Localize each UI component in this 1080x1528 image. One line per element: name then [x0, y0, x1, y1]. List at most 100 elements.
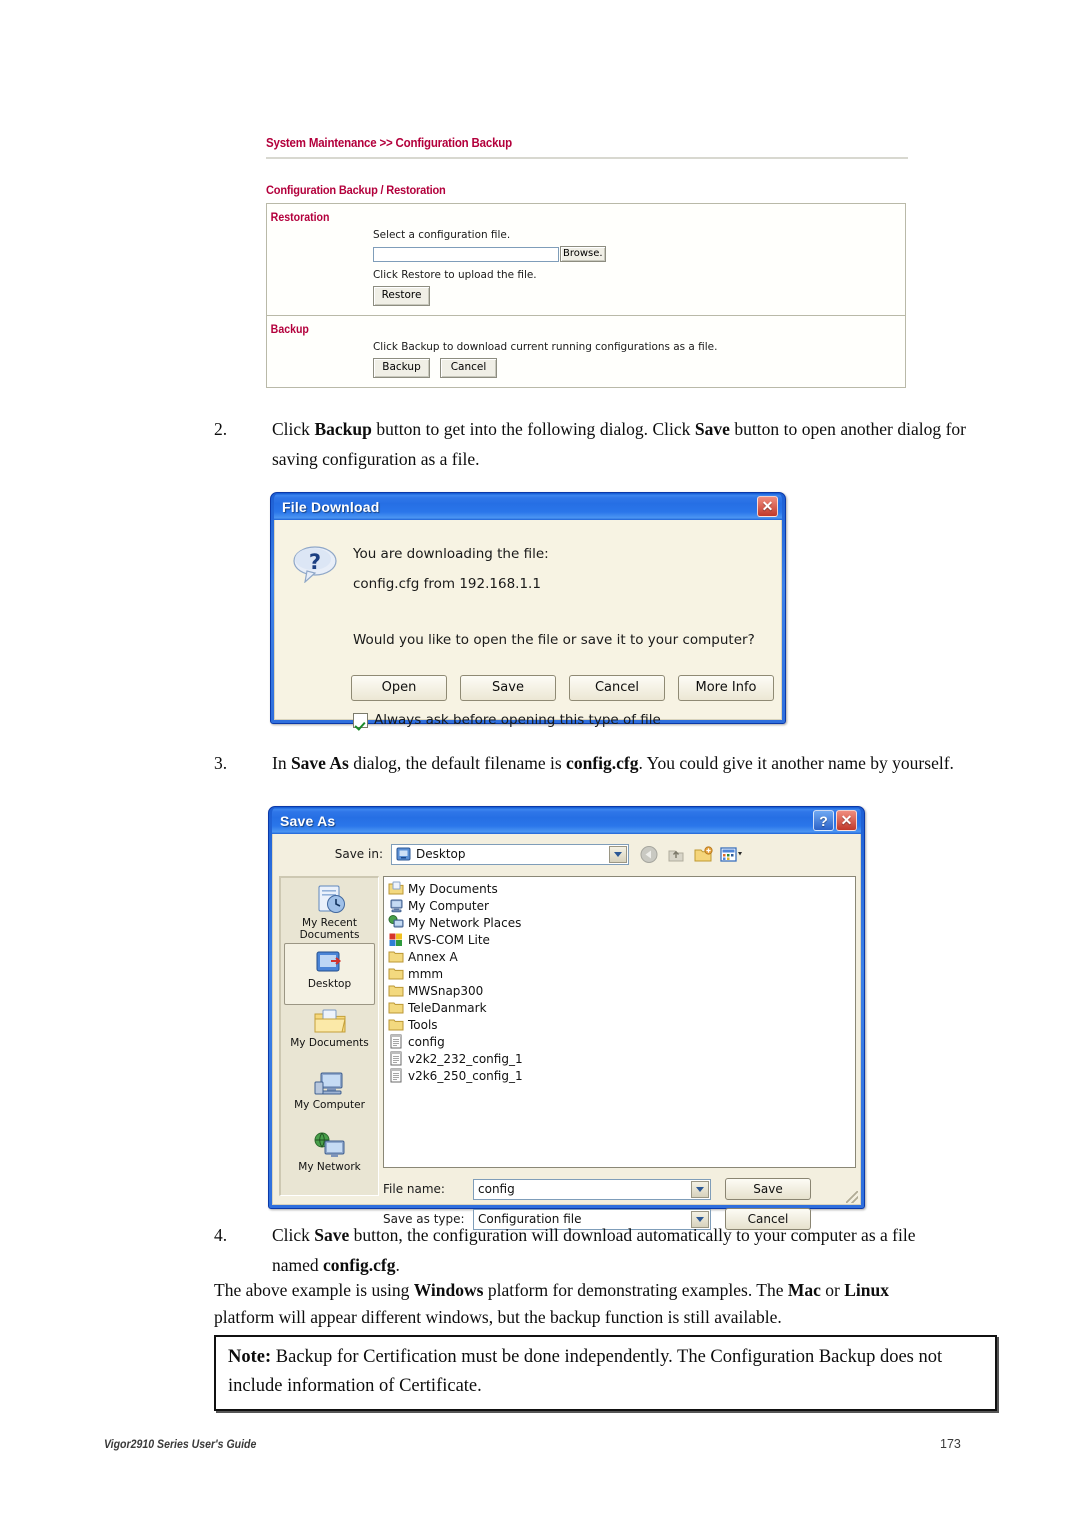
place-my-network[interactable]: My Network — [281, 1129, 378, 1191]
my-computer-icon — [314, 1072, 342, 1095]
file-name-value: config — [478, 1182, 515, 1196]
browse-button[interactable]: Browse. — [560, 246, 606, 262]
restore-hint-text: Click Restore to upload the file. — [373, 268, 537, 281]
save-in-label: Save in: — [334, 847, 383, 861]
close-icon[interactable]: ✕ — [757, 496, 778, 517]
always-ask-label: Always ask before opening this type of f… — [374, 712, 661, 728]
router-config-screenshot: System Maintenance >> Configuration Back… — [266, 136, 908, 388]
open-button[interactable]: Open — [351, 675, 447, 701]
file-icon — [388, 1051, 404, 1066]
up-one-level-icon[interactable] — [666, 845, 686, 864]
list-item[interactable]: TeleDanmark — [388, 999, 855, 1016]
resize-grip[interactable] — [846, 1191, 858, 1203]
cancel-button[interactable]: Cancel — [569, 675, 665, 701]
config-backup-panel: Restoration Select a configuration file.… — [266, 203, 906, 388]
file-name: v2k6_250_config_1 — [408, 1068, 523, 1083]
breadcrumb-divider — [266, 157, 908, 159]
restoration-block: Restoration Select a configuration file.… — [267, 204, 905, 315]
cancel-button[interactable]: Cancel — [440, 358, 497, 378]
save-in-combo[interactable]: Desktop — [391, 843, 629, 865]
help-icon[interactable]: ? — [813, 810, 834, 831]
save-as-titlebar[interactable]: Save As ? ✕ — [272, 807, 861, 834]
save-as-dialog: Save As ? ✕ Save in: Desktop My Recent D… — [268, 806, 865, 1230]
file-download-titlebar[interactable]: File Download ✕ — [274, 493, 782, 520]
app-icon — [388, 932, 404, 947]
config-file-input[interactable] — [373, 246, 559, 262]
file-download-body: ? You are downloading the file: config.c… — [274, 520, 782, 728]
save-button[interactable]: Save — [460, 675, 556, 701]
desktop-icon — [316, 951, 341, 972]
list-item[interactable]: Tools — [388, 1016, 855, 1033]
file-name: TeleDanmark — [408, 1000, 487, 1015]
file-name: MWSnap300 — [408, 983, 484, 998]
file-icon — [388, 1068, 404, 1083]
save-as-title: Save As — [280, 812, 336, 829]
folder-icon — [388, 966, 404, 981]
file-name: v2k2_232_config_1 — [408, 1051, 523, 1066]
file-name: Tools — [408, 1017, 438, 1032]
save-button[interactable]: Save — [725, 1178, 811, 1200]
save-in-value: Desktop — [416, 847, 466, 861]
views-icon[interactable] — [720, 845, 742, 864]
step-3: 3. In Save As dialog, the default filena… — [214, 748, 966, 778]
file-name-input[interactable]: config — [473, 1178, 711, 1200]
close-icon[interactable]: ✕ — [836, 810, 857, 831]
file-name: RVS-COM Lite — [408, 932, 490, 947]
checkbox-icon[interactable] — [353, 712, 368, 728]
platform-note: The above example is using Windows platf… — [214, 1280, 889, 1327]
back-icon[interactable] — [639, 845, 659, 864]
place-label: Desktop — [307, 978, 352, 990]
question-bubble-icon: ? — [293, 545, 337, 584]
folder-icon — [388, 983, 404, 998]
step-2: 2. Click Backup button to get into the f… — [214, 414, 966, 474]
chevron-down-icon[interactable] — [691, 1180, 709, 1198]
save-in-row: Save in: Desktop — [273, 840, 860, 868]
download-line-1: You are downloading the file: — [353, 546, 549, 562]
places-bar: My RecentDocuments Desktop My Documents — [279, 876, 379, 1196]
page-title: Configuration Backup / Restoration — [266, 183, 446, 197]
backup-hint-text: Click Backup to download current running… — [373, 340, 718, 353]
list-item[interactable]: mmm — [388, 965, 855, 982]
note-box: Note: Backup for Certification must be d… — [214, 1335, 997, 1411]
file-download-window-buttons: ✕ — [757, 496, 778, 517]
breadcrumb: System Maintenance >> Configuration Back… — [266, 136, 512, 150]
place-my-documents[interactable]: My Documents — [281, 1005, 378, 1067]
my-documents-icon — [314, 1009, 346, 1033]
recent-documents-icon — [318, 885, 345, 913]
desktop-icon — [396, 847, 411, 861]
backup-button[interactable]: Backup — [373, 358, 430, 378]
list-item[interactable]: MWSnap300 — [388, 982, 855, 999]
step-3-text: In Save As dialog, the default filename … — [272, 753, 954, 773]
list-item[interactable]: My Documents — [388, 880, 855, 897]
new-folder-icon[interactable] — [693, 845, 713, 864]
file-name: My Network Places — [408, 915, 522, 930]
save-as-toolbar — [639, 845, 742, 864]
file-icon — [388, 1034, 404, 1049]
place-my-computer[interactable]: My Computer — [281, 1067, 378, 1129]
documents-folder-icon — [388, 881, 404, 896]
more-info-button[interactable]: More Info — [678, 675, 774, 701]
file-list[interactable]: My Documents My Computer My Network Plac… — [383, 876, 856, 1168]
save-as-body: Save in: Desktop My Recent Documents Des… — [272, 834, 861, 1230]
place-desktop[interactable]: Desktop — [284, 943, 375, 1005]
list-item[interactable]: v2k6_250_config_1 — [388, 1067, 855, 1084]
list-item[interactable]: RVS-COM Lite — [388, 931, 855, 948]
list-item[interactable]: Annex A — [388, 948, 855, 965]
always-ask-checkbox-row[interactable]: Always ask before opening this type of f… — [353, 712, 661, 728]
list-item[interactable]: v2k2_232_config_1 — [388, 1050, 855, 1067]
chevron-down-icon[interactable] — [609, 845, 627, 863]
network-places-icon — [388, 915, 404, 930]
restore-button[interactable]: Restore — [373, 286, 430, 306]
place-my-recent-documents[interactable]: My Recent Documents — [281, 881, 378, 943]
save-as-window-buttons: ? ✕ — [813, 810, 857, 831]
list-item[interactable]: config — [388, 1033, 855, 1050]
file-name: My Documents — [408, 881, 498, 896]
restoration-label: Restoration — [270, 212, 330, 224]
folder-icon — [388, 1000, 404, 1015]
list-item[interactable]: My Network Places — [388, 914, 855, 931]
download-line-3: Would you like to open the file or save … — [353, 632, 755, 648]
svg-text:?: ? — [309, 550, 321, 574]
list-item[interactable]: My Computer — [388, 897, 855, 914]
footer-text: Vigor2910 Series User's Guide — [104, 1437, 257, 1451]
file-name: My Computer — [408, 898, 489, 913]
